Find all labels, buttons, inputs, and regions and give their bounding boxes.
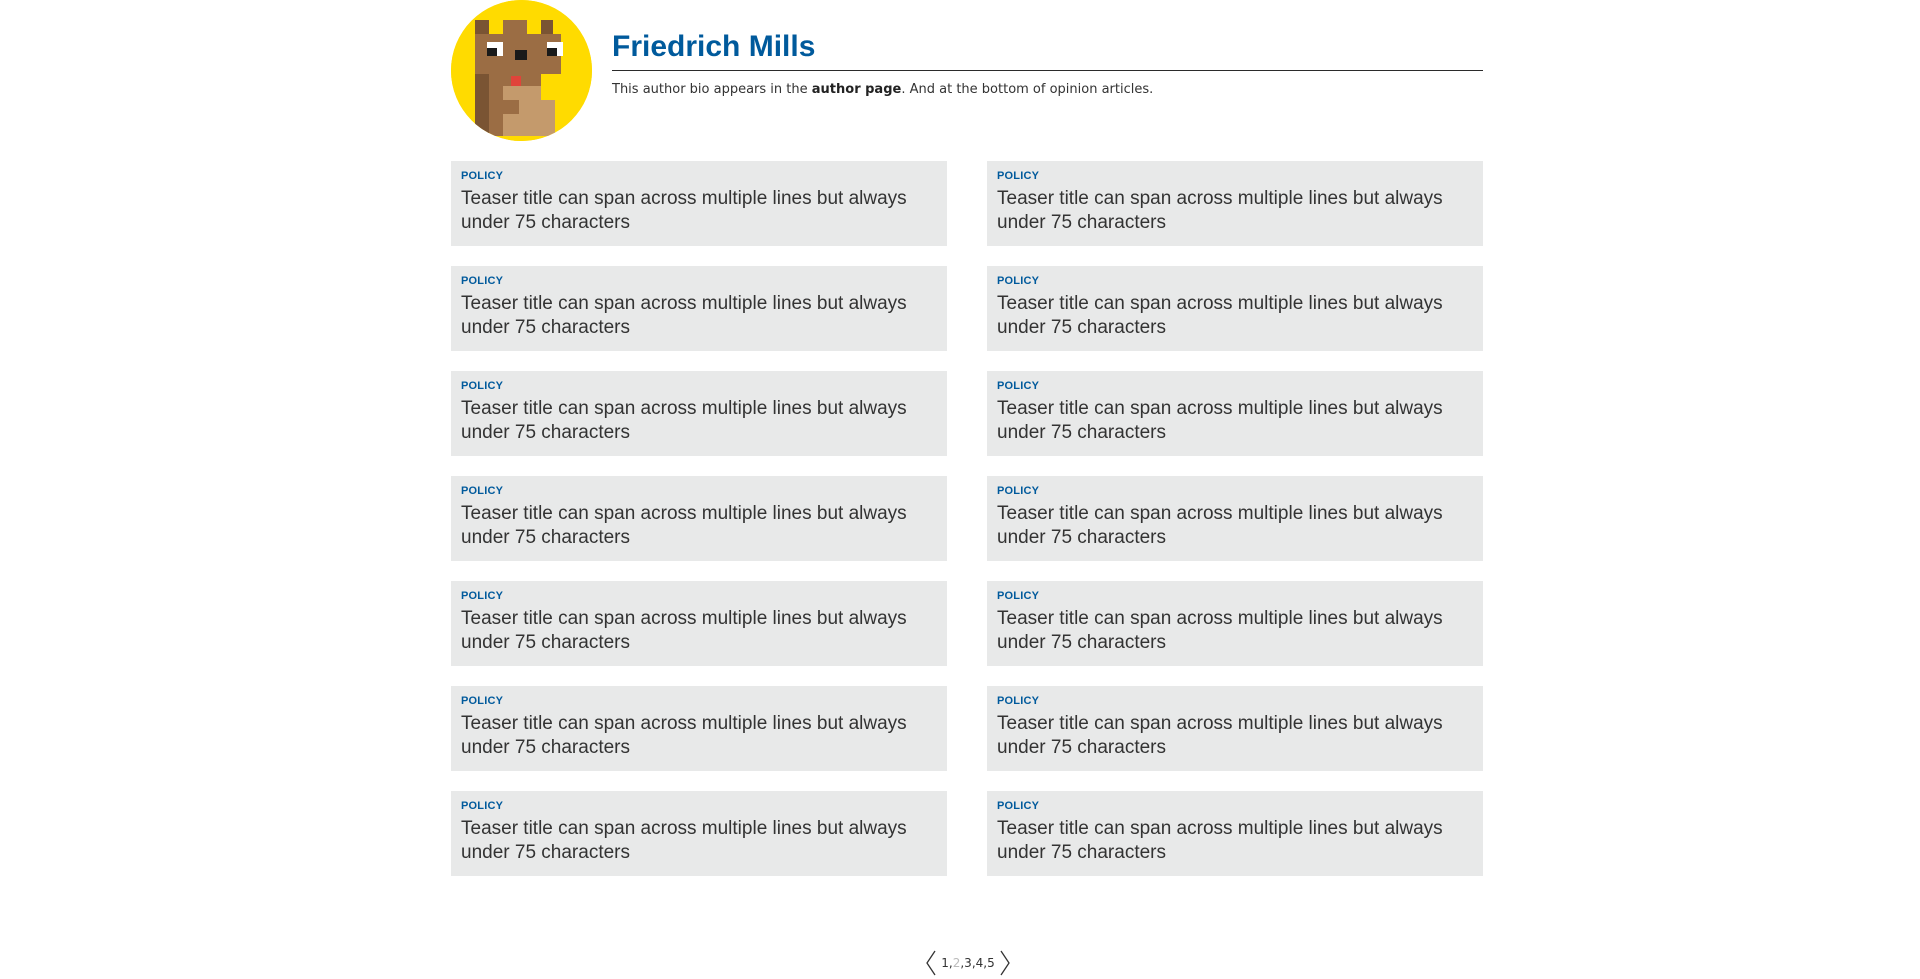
teaser-title[interactable]: Teaser title can span across multiple li… <box>461 607 937 655</box>
teaser-tag[interactable]: Policy <box>461 379 937 393</box>
author-info: Friedrich Mills This author bio appears … <box>612 0 1483 99</box>
teaser-tag[interactable]: Policy <box>997 799 1473 813</box>
teaser-tag[interactable]: Policy <box>461 799 937 813</box>
teaser-tag[interactable]: Policy <box>461 169 937 183</box>
chevron-right-icon[interactable] <box>999 950 1011 976</box>
teaser-card[interactable]: Policy Teaser title can span across mult… <box>451 791 947 876</box>
page-link-5[interactable]: 5 <box>987 956 995 970</box>
page-link-3[interactable]: 3 <box>964 956 972 970</box>
teaser-card[interactable]: Policy Teaser title can span across mult… <box>451 371 947 456</box>
teaser-card[interactable]: Policy Teaser title can span across mult… <box>987 371 1483 456</box>
teaser-title[interactable]: Teaser title can span across multiple li… <box>997 292 1473 340</box>
teaser-tag[interactable]: Policy <box>997 694 1473 708</box>
teaser-card[interactable]: Policy Teaser title can span across mult… <box>987 581 1483 666</box>
teaser-card[interactable]: Policy Teaser title can span across mult… <box>987 266 1483 351</box>
teaser-tag[interactable]: Policy <box>461 589 937 603</box>
teaser-title[interactable]: Teaser title can span across multiple li… <box>461 817 937 865</box>
teaser-tag[interactable]: Policy <box>997 274 1473 288</box>
chevron-left-icon[interactable] <box>925 950 937 976</box>
page-link-4[interactable]: 4 <box>976 956 984 970</box>
teaser-grid: Policy Teaser title can span across mult… <box>451 161 1483 876</box>
author-avatar <box>451 0 592 141</box>
teaser-title[interactable]: Teaser title can span across multiple li… <box>997 502 1473 550</box>
teaser-tag[interactable]: Policy <box>997 169 1473 183</box>
teaser-title[interactable]: Teaser title can span across multiple li… <box>997 397 1473 445</box>
squirrel-avatar-icon <box>451 0 592 141</box>
page-link-2[interactable]: 2 <box>953 956 961 970</box>
teaser-card[interactable]: Policy Teaser title can span across mult… <box>451 476 947 561</box>
teaser-tag[interactable]: Policy <box>997 484 1473 498</box>
teaser-card[interactable]: Policy Teaser title can span across mult… <box>987 686 1483 771</box>
teaser-title[interactable]: Teaser title can span across multiple li… <box>997 712 1473 760</box>
teaser-title[interactable]: Teaser title can span across multiple li… <box>997 607 1473 655</box>
author-bio-text: This author bio appears in the <box>612 82 812 97</box>
teaser-card[interactable]: Policy Teaser title can span across mult… <box>451 161 947 246</box>
teaser-card[interactable]: Policy Teaser title can span across mult… <box>987 476 1483 561</box>
teaser-title[interactable]: Teaser title can span across multiple li… <box>461 397 937 445</box>
teaser-title[interactable]: Teaser title can span across multiple li… <box>461 292 937 340</box>
teaser-card[interactable]: Policy Teaser title can span across mult… <box>987 791 1483 876</box>
teaser-title[interactable]: Teaser title can span across multiple li… <box>461 712 937 760</box>
teaser-title[interactable]: Teaser title can span across multiple li… <box>461 502 937 550</box>
author-page-link[interactable]: author page <box>812 82 902 97</box>
teaser-tag[interactable]: Policy <box>461 484 937 498</box>
author-header: Friedrich Mills This author bio appears … <box>451 0 1483 141</box>
teaser-tag[interactable]: Policy <box>461 694 937 708</box>
teaser-card[interactable]: Policy Teaser title can span across mult… <box>451 581 947 666</box>
pagination: 1,2,3,4,5 <box>925 950 1011 976</box>
teaser-card[interactable]: Policy Teaser title can span across mult… <box>451 686 947 771</box>
teaser-card[interactable]: Policy Teaser title can span across mult… <box>451 266 947 351</box>
author-name: Friedrich Mills <box>612 0 1483 71</box>
teaser-tag[interactable]: Policy <box>461 274 937 288</box>
author-bio-text-end: . And at the bottom of opinion articles. <box>901 82 1154 97</box>
teaser-title[interactable]: Teaser title can span across multiple li… <box>997 817 1473 865</box>
teaser-title[interactable]: Teaser title can span across multiple li… <box>461 187 937 235</box>
author-bio: This author bio appears in the author pa… <box>612 81 1483 99</box>
page-link-1[interactable]: 1 <box>941 956 949 970</box>
teaser-tag[interactable]: Policy <box>997 379 1473 393</box>
page-list: 1,2,3,4,5 <box>941 956 995 970</box>
teaser-title[interactable]: Teaser title can span across multiple li… <box>997 187 1473 235</box>
teaser-card[interactable]: Policy Teaser title can span across mult… <box>987 161 1483 246</box>
teaser-tag[interactable]: Policy <box>997 589 1473 603</box>
